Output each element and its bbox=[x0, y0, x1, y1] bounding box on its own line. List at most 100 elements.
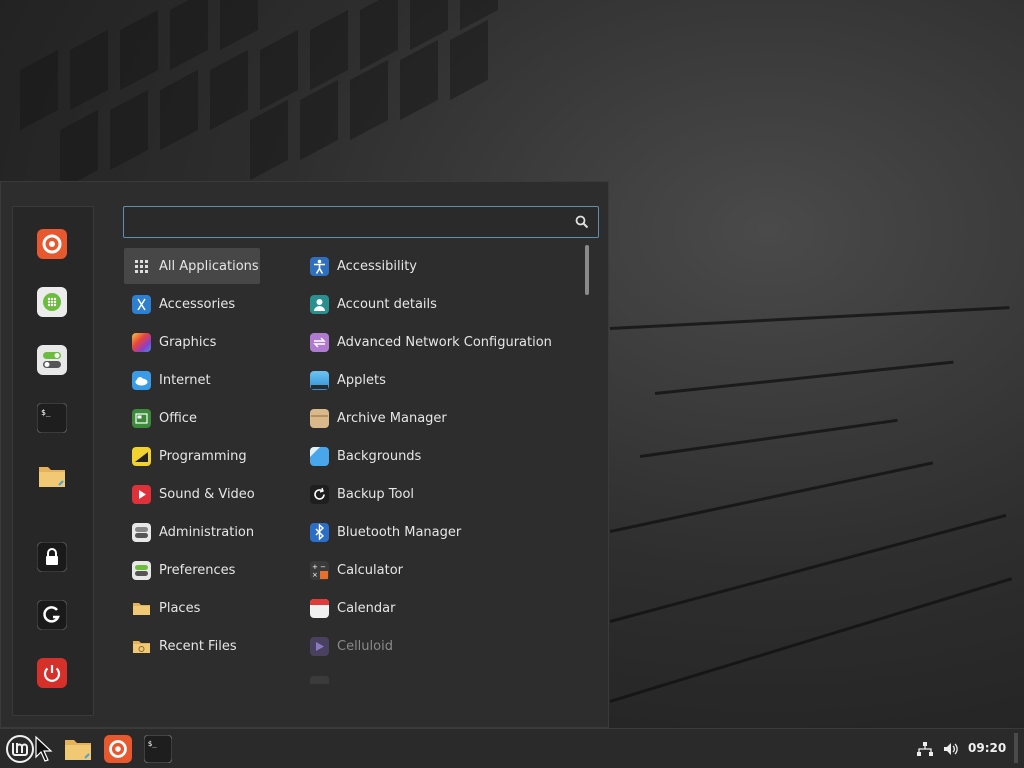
svg-text:×: × bbox=[312, 571, 318, 579]
logout-icon bbox=[37, 600, 67, 630]
firefox-icon bbox=[37, 229, 67, 259]
folder-icon bbox=[132, 599, 151, 618]
folder-icon bbox=[65, 740, 91, 760]
power-icon bbox=[37, 658, 67, 688]
taskbar-files-launcher[interactable] bbox=[62, 733, 94, 765]
app-label: Calculator bbox=[337, 562, 404, 578]
app-label: Archive Manager bbox=[337, 410, 447, 426]
category-programming[interactable]: Programming bbox=[124, 438, 260, 474]
favorite-software-manager[interactable] bbox=[37, 287, 67, 317]
app-advanced-network-configuration[interactable]: Advanced Network Configuration bbox=[302, 324, 572, 360]
category-preferences[interactable]: Preferences bbox=[124, 552, 260, 588]
applets-icon bbox=[310, 370, 329, 390]
category-recent-files[interactable]: Recent Files bbox=[124, 628, 260, 664]
backgrounds-icon bbox=[310, 446, 329, 466]
menu-button[interactable] bbox=[4, 733, 36, 765]
bluetooth-icon bbox=[310, 522, 329, 542]
app-label: Calendar bbox=[337, 600, 396, 616]
preferences-toggle-icon bbox=[132, 560, 151, 580]
app-calculator[interactable]: + − × Calculator bbox=[302, 552, 572, 588]
svg-text:+ −: + − bbox=[312, 563, 326, 571]
app-archive-manager[interactable]: Archive Manager bbox=[302, 400, 572, 436]
app-applets[interactable]: Applets bbox=[302, 362, 572, 398]
celluloid-icon bbox=[310, 636, 329, 656]
accessibility-icon bbox=[310, 256, 329, 276]
show-desktop-button[interactable] bbox=[1014, 733, 1018, 763]
recent-folder-icon bbox=[132, 637, 151, 656]
app-accessibility[interactable]: Accessibility bbox=[302, 248, 572, 284]
category-places[interactable]: Places bbox=[124, 590, 260, 626]
search-box[interactable] bbox=[123, 206, 599, 238]
favorite-quit[interactable] bbox=[37, 658, 67, 688]
app-label: Celluloid bbox=[337, 638, 393, 654]
mouse-cursor-icon bbox=[35, 735, 53, 762]
app-list-scrollbar[interactable] bbox=[585, 245, 589, 295]
app-backup-tool[interactable]: Backup Tool bbox=[302, 476, 572, 512]
category-sound-video[interactable]: Sound & Video bbox=[124, 476, 260, 512]
app-celluloid[interactable]: Celluloid bbox=[302, 628, 572, 664]
terminal-icon: $_ bbox=[144, 735, 172, 763]
taskbar-firefox-launcher[interactable] bbox=[102, 733, 134, 765]
scissors-icon bbox=[132, 294, 151, 314]
folder-icon bbox=[39, 467, 65, 487]
programming-icon bbox=[132, 446, 151, 466]
app-label: Accessibility bbox=[337, 258, 417, 274]
settings-toggle-icon bbox=[37, 345, 67, 375]
admin-toggle-icon bbox=[132, 522, 151, 542]
app-calendar[interactable]: Calendar bbox=[302, 590, 572, 626]
volume-icon[interactable] bbox=[942, 740, 960, 758]
mint-menu-icon bbox=[6, 735, 34, 763]
network-config-icon bbox=[310, 332, 329, 352]
lock-icon bbox=[37, 542, 67, 572]
favorite-logout[interactable] bbox=[37, 600, 67, 630]
search-input[interactable] bbox=[130, 211, 574, 235]
terminal-icon: $_ bbox=[37, 403, 67, 433]
category-accessories[interactable]: Accessories bbox=[124, 286, 260, 322]
calculator-icon: + − × bbox=[310, 560, 329, 580]
app-account-details[interactable]: Account details bbox=[302, 286, 572, 322]
app-label: Applets bbox=[337, 372, 386, 388]
svg-text:$_: $_ bbox=[148, 739, 157, 748]
taskbar-panel: $_ 09:20 bbox=[0, 728, 1024, 768]
account-icon bbox=[310, 294, 329, 314]
category-internet[interactable]: Internet bbox=[124, 362, 260, 398]
network-icon[interactable] bbox=[916, 740, 934, 758]
system-tray bbox=[916, 729, 960, 768]
app-backgrounds[interactable]: Backgrounds bbox=[302, 438, 572, 474]
firefox-icon bbox=[104, 735, 132, 763]
calendar-icon bbox=[310, 598, 329, 618]
app-list-cutoff-item bbox=[310, 676, 329, 684]
category-office[interactable]: Office bbox=[124, 400, 260, 436]
category-label: Places bbox=[159, 600, 201, 616]
category-label: Programming bbox=[159, 448, 247, 464]
category-label: Graphics bbox=[159, 334, 217, 350]
app-label: Advanced Network Configuration bbox=[337, 334, 552, 350]
taskbar-terminal-launcher[interactable]: $_ bbox=[142, 733, 174, 765]
app-bluetooth-manager[interactable]: Bluetooth Manager bbox=[302, 514, 572, 550]
software-manager-icon bbox=[37, 287, 67, 317]
app-label: Backgrounds bbox=[337, 448, 422, 464]
category-label: Office bbox=[159, 410, 197, 426]
favorite-lock-screen[interactable] bbox=[37, 542, 67, 572]
favorite-firefox[interactable] bbox=[37, 229, 67, 259]
category-label: Sound & Video bbox=[159, 486, 255, 502]
play-icon bbox=[132, 484, 151, 504]
clock[interactable]: 09:20 bbox=[968, 741, 1006, 755]
category-graphics[interactable]: Graphics bbox=[124, 324, 260, 360]
category-label: Accessories bbox=[159, 296, 236, 312]
svg-text:$_: $_ bbox=[41, 408, 51, 417]
category-all-applications[interactable]: All Applications bbox=[124, 248, 260, 284]
category-administration[interactable]: Administration bbox=[124, 514, 260, 550]
favorite-files[interactable] bbox=[37, 461, 67, 491]
archive-icon bbox=[310, 408, 329, 428]
app-label: Backup Tool bbox=[337, 486, 415, 502]
category-label: All Applications bbox=[159, 258, 259, 274]
grid-icon bbox=[132, 257, 151, 276]
search-icon bbox=[575, 215, 589, 229]
app-label: Account details bbox=[337, 296, 437, 312]
favorite-system-settings[interactable] bbox=[37, 345, 67, 375]
category-label: Administration bbox=[159, 524, 255, 540]
favorite-terminal[interactable]: $_ bbox=[37, 403, 67, 433]
category-label: Internet bbox=[159, 372, 211, 388]
backup-icon bbox=[310, 484, 329, 504]
